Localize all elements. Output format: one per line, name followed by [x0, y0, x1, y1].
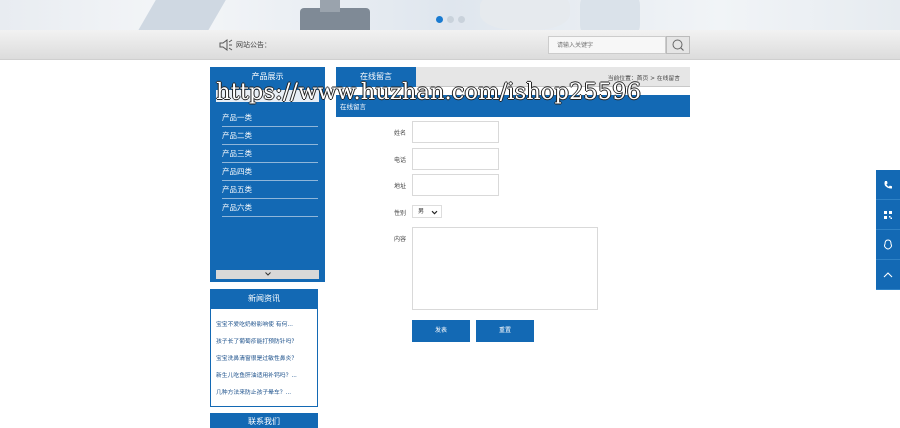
product-category-item[interactable]: 产品五类 — [222, 181, 318, 199]
product-category-item[interactable]: 产品四类 — [222, 163, 318, 181]
gender-value: 男 — [418, 208, 425, 215]
phone-icon — [884, 180, 892, 188]
speaker-icon — [219, 39, 233, 51]
product-category-item[interactable]: 产品二类 — [222, 127, 318, 145]
product-category-item[interactable]: 产品一类 — [222, 109, 318, 127]
gender-label: 性别 — [394, 210, 407, 217]
slider-dots — [436, 16, 465, 23]
microscope-image-top — [320, 0, 340, 12]
news-title: 新闻资讯 — [210, 289, 318, 309]
qrcode-button[interactable] — [876, 200, 900, 230]
news-item[interactable]: 孩子长了葡萄疹能打预防针吗？ — [211, 334, 317, 351]
name-label: 姓名 — [394, 130, 407, 137]
phone-button[interactable] — [876, 170, 900, 200]
news-item[interactable]: 宝宝洗鼻清窗很是过敏性鼻炎？ — [211, 351, 317, 368]
search-input[interactable] — [548, 36, 666, 54]
address-field[interactable] — [412, 174, 499, 196]
hero-banner — [0, 0, 900, 30]
name-field[interactable] — [412, 121, 499, 143]
product-category-item[interactable]: 产品三类 — [222, 145, 318, 163]
qq-icon — [884, 239, 892, 250]
phone-field[interactable] — [412, 148, 499, 170]
banner-decoration — [480, 0, 570, 30]
chevron-down-icon — [264, 272, 271, 276]
chevron-down-icon — [431, 210, 438, 215]
news-item[interactable]: 新生儿吃鱼肝油适用补钙吗？... — [211, 368, 317, 385]
reset-button[interactable]: 重置 — [476, 320, 534, 342]
content-textarea[interactable] — [412, 227, 598, 310]
news-item[interactable]: 宝宝不爱吃奶粉影响使 有何... — [211, 317, 317, 334]
slider-dot-2[interactable] — [447, 16, 454, 23]
slider-dot-3[interactable] — [458, 16, 465, 23]
submit-button[interactable]: 发表 — [412, 320, 470, 342]
slider-dot-1[interactable] — [436, 16, 443, 23]
address-label: 地址 — [394, 183, 407, 190]
news-list: 宝宝不爱吃奶粉影响使 有何... 孩子长了葡萄疹能打预防针吗？ 宝宝洗鼻清窗很是… — [210, 309, 318, 407]
banner-decoration — [580, 0, 640, 30]
phone-label: 电话 — [394, 157, 407, 164]
back-to-top-button[interactable] — [876, 260, 900, 290]
news-item[interactable]: 几种方法来防止孩子晕车？... — [211, 385, 317, 402]
notice-bar: 网站公告： — [0, 30, 900, 60]
product-category-item[interactable]: 产品六类 — [222, 199, 318, 217]
product-category-list: 产品一类 产品二类 产品三类 产品四类 产品五类 产品六类 — [222, 109, 318, 217]
search-button[interactable] — [666, 36, 690, 54]
search-box — [548, 36, 690, 54]
content-label: 内容 — [394, 236, 407, 243]
banner-decoration — [132, 0, 238, 30]
floating-toolbar — [876, 170, 900, 290]
gender-select[interactable]: 男 — [412, 205, 442, 218]
contact-title: 联系我们 — [210, 413, 318, 428]
notice-label: 网站公告： — [236, 41, 271, 49]
qq-button[interactable] — [876, 230, 900, 260]
expand-button[interactable] — [216, 270, 319, 279]
qrcode-icon — [884, 210, 892, 219]
watermark: https://www.huzhan.com/ishop25596 — [216, 79, 642, 105]
search-icon — [672, 39, 684, 51]
chevron-up-icon — [883, 271, 893, 277]
